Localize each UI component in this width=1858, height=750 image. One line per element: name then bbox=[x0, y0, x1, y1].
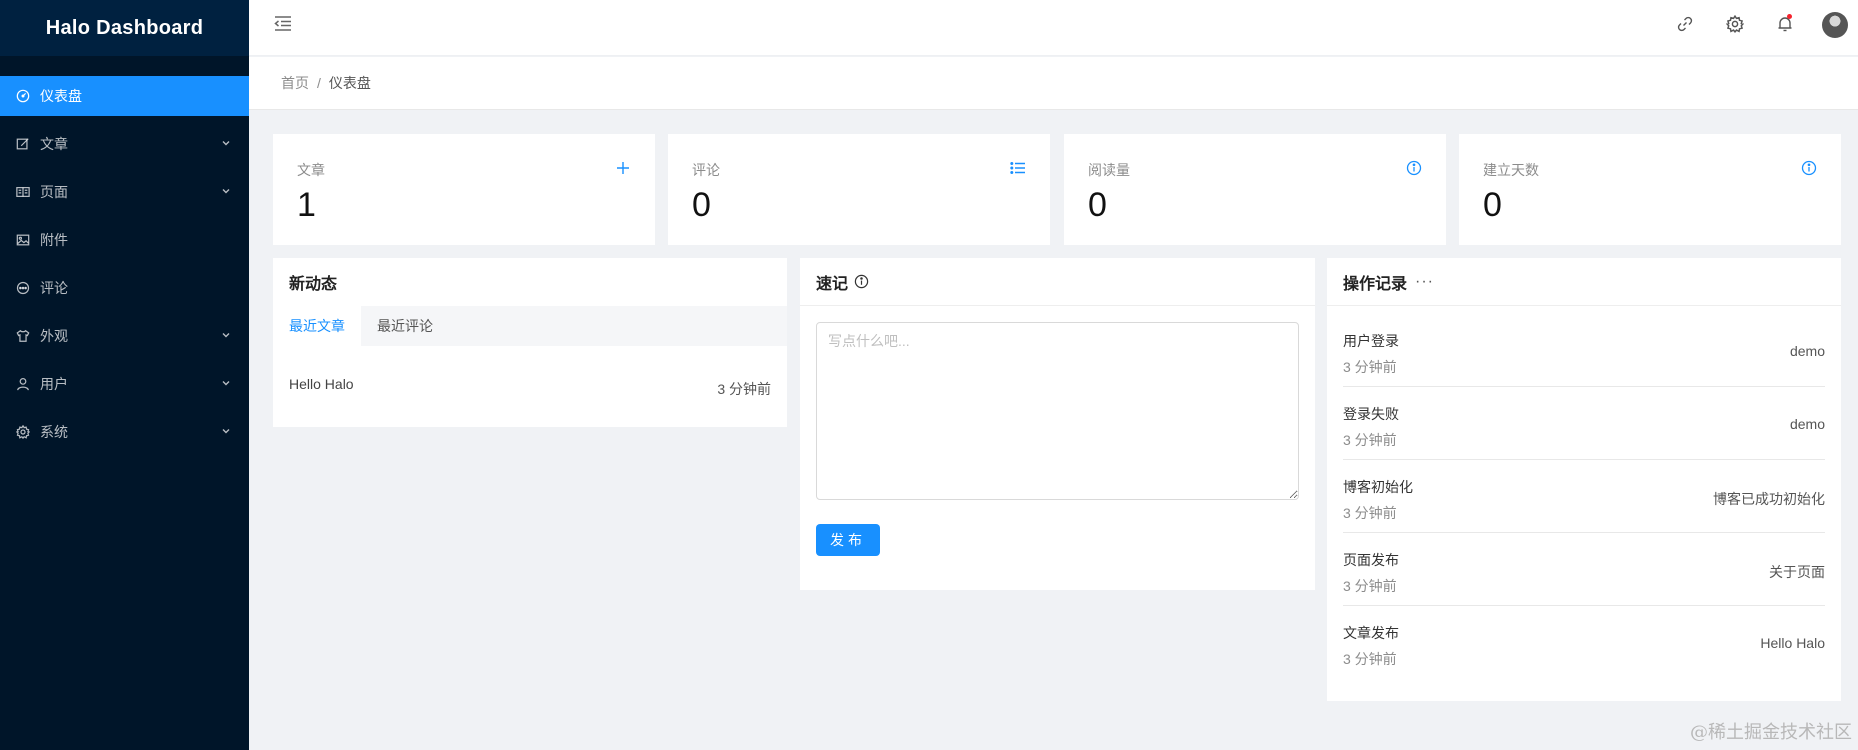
stat-label: 建立天数 bbox=[1483, 162, 1539, 178]
breadcrumb-separator: / bbox=[317, 75, 321, 91]
log-target: 关于页面 bbox=[1769, 564, 1825, 580]
list-item: 用户登录 3 分钟前 demo bbox=[1343, 314, 1825, 387]
log-action: 页面发布 bbox=[1343, 552, 1399, 568]
memo-panel: 速记 发布 bbox=[800, 258, 1315, 590]
stat-label: 评论 bbox=[692, 162, 720, 178]
logs-panel: 操作记录 ··· 用户登录 3 分钟前 demo 登录失败 3 分钟前 demo… bbox=[1327, 258, 1841, 701]
log-target: 博客已成功初始化 bbox=[1713, 491, 1825, 507]
stat-label: 文章 bbox=[297, 162, 325, 178]
log-target: demo bbox=[1789, 343, 1825, 359]
chevron-down-icon bbox=[222, 189, 230, 194]
chevron-down-icon bbox=[222, 429, 230, 434]
log-target: Hello Halo bbox=[1760, 635, 1825, 651]
log-time: 3 分钟前 bbox=[1343, 432, 1397, 448]
log-action: 用户登录 bbox=[1343, 333, 1399, 349]
post-time: 3 分钟前 bbox=[717, 381, 771, 397]
info-circle-icon[interactable] bbox=[854, 274, 869, 289]
dashboard-icon bbox=[16, 89, 30, 103]
sidebar-item-label: 仪表盘 bbox=[40, 88, 82, 104]
publish-button[interactable]: 发布 bbox=[816, 524, 880, 556]
sidebar-item-label: 附件 bbox=[40, 232, 68, 248]
more-button[interactable]: ··· bbox=[1415, 273, 1434, 291]
watermark: @稀土掘金技术社区 bbox=[1690, 722, 1852, 743]
list-item: 登录失败 3 分钟前 demo bbox=[1343, 387, 1825, 460]
sidebar-item-label: 页面 bbox=[40, 184, 68, 200]
unordered-list-icon[interactable] bbox=[1010, 160, 1026, 176]
list-item: 页面发布 3 分钟前 关于页面 bbox=[1343, 533, 1825, 606]
sidebar-item-comments[interactable]: 评论 bbox=[0, 268, 249, 308]
list-item: 博客初始化 3 分钟前 博客已成功初始化 bbox=[1343, 460, 1825, 533]
sidebar-item-dashboard[interactable]: 仪表盘 bbox=[0, 76, 249, 116]
stat-value: 0 bbox=[1483, 186, 1502, 224]
user-icon bbox=[16, 377, 30, 391]
menu-fold-icon[interactable] bbox=[273, 13, 293, 33]
avatar[interactable] bbox=[1822, 12, 1848, 38]
activity-tabs: 最近文章 最近评论 bbox=[273, 306, 787, 346]
sidebar-item-appearance[interactable]: 外观 bbox=[0, 316, 249, 356]
sidebar-item-label: 外观 bbox=[40, 328, 68, 344]
stat-value: 1 bbox=[297, 186, 316, 224]
sidebar-item-users[interactable]: 用户 bbox=[0, 364, 249, 404]
edit-icon bbox=[16, 137, 30, 151]
panel-title: 速记 bbox=[800, 258, 1315, 306]
sidebar-item-label: 文章 bbox=[40, 136, 68, 152]
log-time: 3 分钟前 bbox=[1343, 578, 1397, 594]
sidebar-item-pages[interactable]: 页面 bbox=[0, 172, 249, 212]
chevron-down-icon bbox=[222, 141, 230, 146]
breadcrumb: 首页 / 仪表盘 bbox=[249, 57, 1858, 110]
log-action: 文章发布 bbox=[1343, 625, 1399, 641]
stat-value: 0 bbox=[692, 186, 711, 224]
picture-icon bbox=[16, 233, 30, 247]
stat-card-views: 阅读量 0 bbox=[1064, 134, 1446, 245]
info-circle-icon[interactable] bbox=[1801, 160, 1817, 176]
stat-card-comments: 评论 0 bbox=[668, 134, 1050, 245]
memo-title: 速记 bbox=[816, 275, 849, 293]
sidebar-item-attachments[interactable]: 附件 bbox=[0, 220, 249, 260]
stat-card-posts: 文章 1 bbox=[273, 134, 655, 245]
tab-recent-posts[interactable]: 最近文章 bbox=[273, 306, 361, 346]
sidebar-item-posts[interactable]: 文章 bbox=[0, 124, 249, 164]
log-action: 登录失败 bbox=[1343, 406, 1399, 422]
panel-title: 新动态 bbox=[273, 258, 787, 306]
sidebar: Halo Dashboard 仪表盘 文章 页面 附件 评论 外观 用户 系统 bbox=[0, 0, 249, 750]
plus-icon[interactable] bbox=[615, 160, 631, 176]
chevron-down-icon bbox=[222, 333, 230, 338]
tab-recent-comments[interactable]: 最近评论 bbox=[361, 306, 449, 346]
link-icon[interactable] bbox=[1676, 15, 1694, 33]
log-time: 3 分钟前 bbox=[1343, 651, 1397, 667]
sidebar-item-label: 系统 bbox=[40, 424, 68, 440]
log-action: 博客初始化 bbox=[1343, 479, 1413, 495]
breadcrumb-home[interactable]: 首页 bbox=[281, 73, 309, 93]
stat-card-days: 建立天数 0 bbox=[1459, 134, 1841, 245]
notification-dot bbox=[1787, 14, 1792, 19]
log-time: 3 分钟前 bbox=[1343, 359, 1397, 375]
activity-title: 新动态 bbox=[289, 276, 338, 293]
sidebar-item-system[interactable]: 系统 bbox=[0, 412, 249, 452]
breadcrumb-current: 仪表盘 bbox=[328, 75, 371, 91]
logs-list: 用户登录 3 分钟前 demo 登录失败 3 分钟前 demo 博客初始化 3 … bbox=[1327, 306, 1841, 679]
memo-input[interactable] bbox=[816, 322, 1299, 500]
sidebar-menu: 仪表盘 文章 页面 附件 评论 外观 用户 系统 bbox=[0, 76, 249, 452]
app-title[interactable]: Halo Dashboard bbox=[0, 0, 249, 56]
list-item[interactable]: Hello Halo 3 分钟前 bbox=[273, 376, 787, 399]
log-time: 3 分钟前 bbox=[1343, 505, 1397, 521]
sidebar-item-label: 评论 bbox=[40, 280, 68, 296]
read-icon bbox=[16, 185, 30, 199]
stat-value: 0 bbox=[1088, 186, 1107, 224]
post-title[interactable]: Hello Halo bbox=[289, 376, 354, 399]
logs-title: 操作记录 bbox=[1343, 275, 1408, 293]
message-icon bbox=[16, 281, 30, 295]
info-circle-icon[interactable] bbox=[1406, 160, 1422, 176]
list-item: 文章发布 3 分钟前 Hello Halo bbox=[1343, 606, 1825, 679]
skin-icon bbox=[16, 329, 30, 343]
activity-panel: 新动态 最近文章 最近评论 Hello Halo 3 分钟前 bbox=[273, 258, 787, 427]
setting-icon bbox=[16, 425, 30, 439]
stat-label: 阅读量 bbox=[1088, 162, 1130, 178]
top-header bbox=[249, 0, 1858, 56]
panel-title: 操作记录 ··· bbox=[1327, 258, 1841, 306]
setting-icon[interactable] bbox=[1726, 15, 1744, 33]
sidebar-item-label: 用户 bbox=[40, 376, 68, 392]
chevron-down-icon bbox=[222, 381, 230, 386]
log-target: demo bbox=[1789, 416, 1825, 432]
